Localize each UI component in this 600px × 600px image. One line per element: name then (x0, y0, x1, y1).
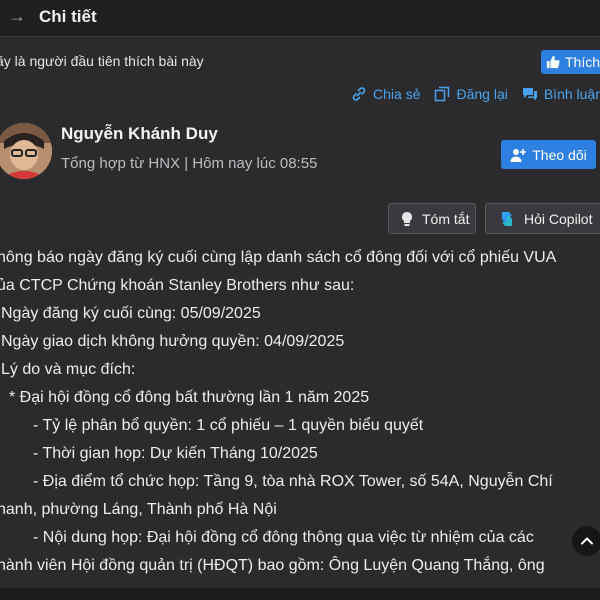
like-button-label: Thích (565, 54, 600, 70)
follow-label: Theo dõi (532, 146, 587, 163)
content-line: - Nội dung họp: Đại hội đồng cổ đông thô… (33, 529, 534, 546)
post-meta: Tổng hợp từ HNX | Hôm nay lúc 08:55 (61, 155, 318, 172)
comment-label: Bình luận (543, 86, 600, 102)
like-button[interactable]: Thích (541, 50, 600, 74)
content-line: Ngày đăng ký cuối cùng: 05/09/2025 (1, 305, 261, 322)
summary-button[interactable]: Tóm tắt (388, 203, 476, 234)
share-action[interactable]: Chia sẻ (351, 86, 420, 102)
comment-icon (522, 88, 537, 101)
follow-button[interactable]: Theo dõi (501, 140, 596, 169)
content-line: hanh, phường Láng, Thành phố Hà Nội (0, 501, 277, 518)
content-line: * Đại hội đồng cổ đông bất thường lần 1 … (9, 389, 370, 406)
content-line: hông báo ngày đăng ký cuối cùng lập danh… (0, 249, 557, 266)
bottom-strip (0, 588, 600, 600)
scroll-to-top-button[interactable] (572, 526, 600, 556)
content-line: Ngày giao dịch không hưởng quyền: 04/09/… (1, 333, 345, 350)
content-line: - Tỷ lệ phân bổ quyền: 1 cổ phiếu – 1 qu… (33, 417, 424, 434)
repost-action[interactable]: Đăng lại (434, 86, 508, 102)
thumbs-up-icon (546, 55, 560, 69)
avatar[interactable] (0, 123, 52, 179)
chevron-up-icon (581, 537, 593, 545)
content-line: - Địa điểm tổ chức họp: Tầng 9, tòa nhà … (33, 473, 553, 490)
page-title: Chi tiết (39, 7, 97, 26)
post-actions: Chia sẻ Đăng lại Bình luận (351, 84, 600, 104)
share-label: Chia sẻ (373, 86, 421, 102)
author-name[interactable]: Nguyễn Khánh Duy (61, 124, 218, 144)
lightbulb-icon (402, 211, 412, 226)
copilot-label: Hỏi Copilot (524, 210, 593, 227)
header-bar: → Chi tiết (0, 0, 600, 37)
repost-label: Đăng lại (456, 86, 508, 102)
content-line: - Thời gian họp: Dự kiến Tháng 10/2025 (33, 445, 318, 462)
arrow-right-icon[interactable]: → (8, 6, 26, 27)
repost-icon (435, 86, 450, 102)
summary-label: Tóm tắt (422, 210, 470, 227)
add-user-icon (510, 148, 527, 162)
content-line: Lý do và mục đích: (1, 361, 136, 378)
content-line: hành viên Hội đồng quản trị (HĐQT) bao g… (0, 557, 545, 574)
link-icon (352, 87, 366, 101)
comment-action[interactable]: Bình luận (522, 86, 600, 102)
copilot-icon (502, 211, 512, 226)
like-prompt-text: ãy là người đầu tiên thích bài này (0, 53, 204, 69)
content-line: ủa CTCP Chứng khoán Stanley Brothers như… (0, 277, 355, 294)
ask-copilot-button[interactable]: Hỏi Copilot (485, 203, 600, 234)
